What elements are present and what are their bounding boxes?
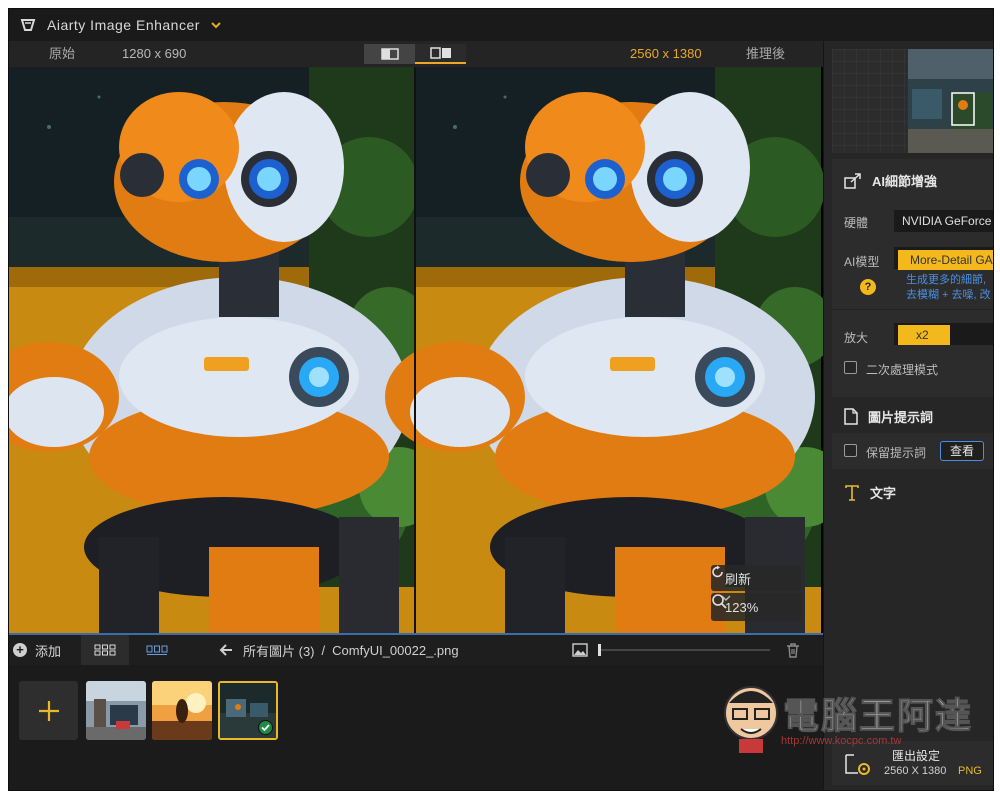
ai-enhance-header: AI細節增強	[844, 171, 937, 190]
split-view-icon	[380, 48, 399, 60]
prompt-title: 圖片提示詞	[868, 410, 934, 425]
back-arrow-icon[interactable]	[219, 644, 233, 656]
second-pass-checkbox[interactable]	[844, 361, 857, 374]
enhance-icon	[844, 172, 861, 189]
breadcrumb-all-images[interactable]: 所有圖片 (3)	[243, 641, 315, 660]
export-format: PNG	[958, 765, 982, 777]
strip-view-button[interactable]	[133, 635, 181, 665]
keep-prompt-checkbox[interactable]	[844, 444, 857, 457]
view-mode-toggle	[364, 44, 466, 64]
breadcrumb-current-file: ComfyUI_00022_.png	[332, 642, 459, 658]
model-label: AI模型	[844, 255, 880, 269]
strip-icon	[146, 645, 168, 655]
side-by-side-icon	[429, 47, 451, 59]
add-circle-icon: +	[13, 643, 27, 657]
split-view-button[interactable]	[364, 44, 415, 64]
preview-area[interactable]: 刷新 123%	[9, 67, 823, 633]
add-label: 添加	[35, 643, 62, 659]
selected-check-icon	[258, 720, 273, 735]
export-title: 匯出設定	[892, 749, 941, 763]
original-resolution: 1280 x 690	[122, 46, 187, 61]
prompt-section: 保留提示詞 查看	[832, 433, 993, 469]
view-prompt-button[interactable]: 查看	[940, 441, 984, 461]
robot-image-comparison	[9, 67, 823, 633]
enhanced-image	[385, 67, 823, 633]
compare-header: 原始 1280 x 690 2560 x 1380 推理後	[9, 41, 823, 67]
thumbnail-size-slider[interactable]	[572, 635, 770, 665]
model-description-line2: 去模糊 + 去噪, 改	[906, 289, 991, 301]
text-icon	[845, 484, 859, 501]
export-resolution: 2560 X 1380	[884, 765, 947, 777]
chevron-down-icon	[721, 595, 731, 601]
text-section: 文字	[832, 473, 993, 509]
prompt-section-header: 圖片提示詞	[832, 397, 993, 433]
keep-prompt-label: 保留提示詞	[866, 446, 927, 460]
settings-panel: AI細節增強 硬體 NVIDIA GeForce RTX AI模型 More-D…	[823, 41, 993, 790]
bottom-toolbar: + 添加 所有圖片 (3) / ComfyUI_00022_.png	[9, 633, 823, 665]
ai-enhance-section: AI細節增強 硬體 NVIDIA GeForce RTX AI模型 More-D…	[832, 159, 993, 397]
prompt-header: 圖片提示詞	[844, 407, 933, 426]
grid-view-button[interactable]	[81, 635, 129, 665]
side-by-side-button[interactable]	[415, 44, 466, 64]
export-settings-icon	[845, 754, 870, 775]
add-button[interactable]: + 添加	[13, 635, 61, 665]
navigator-preview[interactable]	[832, 49, 993, 153]
compare-divider[interactable]	[414, 67, 416, 633]
breadcrumb: 所有圖片 (3) / ComfyUI_00022_.png	[219, 635, 459, 665]
export-settings[interactable]: 匯出設定 2560 X 1380 PNG	[832, 741, 993, 785]
model-description-line1: 生成更多的細節,	[906, 274, 987, 286]
scale-label: 放大	[844, 331, 869, 345]
grid-icon	[94, 644, 116, 656]
thumbnail-robot-selected[interactable]	[218, 681, 278, 740]
model-select[interactable]: More-Detail GAN	[898, 250, 993, 270]
zoom-dropdown[interactable]: 123%	[711, 593, 801, 621]
hardware-select[interactable]: NVIDIA GeForce RTX	[894, 210, 993, 232]
thumbnail-sunset[interactable]	[152, 681, 212, 740]
image-icon	[572, 643, 588, 657]
scale-select[interactable]: x2	[898, 325, 950, 345]
second-pass-label: 二次處理模式	[866, 363, 939, 377]
thumbnail-street[interactable]	[86, 681, 146, 740]
trash-icon[interactable]	[785, 642, 801, 658]
enhanced-resolution: 2560 x 1380	[630, 46, 702, 61]
text-header[interactable]: 文字	[844, 483, 896, 502]
app-logo-icon	[20, 19, 36, 31]
app-window: Aiarty Image Enhancer 原始 1280 x 690 2560…	[8, 8, 994, 791]
divider	[832, 309, 993, 310]
breadcrumb-separator: /	[321, 642, 326, 658]
slider-knob[interactable]	[598, 644, 601, 656]
original-image	[9, 67, 439, 633]
hardware-label: 硬體	[844, 216, 869, 230]
plus-icon	[38, 700, 59, 721]
app-title: Aiarty Image Enhancer	[47, 17, 200, 33]
document-icon	[844, 408, 858, 425]
refresh-label: 刷新	[725, 571, 752, 587]
thumbnail-strip	[9, 665, 823, 790]
title-bar: Aiarty Image Enhancer	[9, 9, 993, 41]
add-image-button[interactable]	[19, 681, 78, 740]
enhanced-tag: 推理後	[746, 46, 786, 61]
original-tag: 原始	[49, 46, 76, 61]
refresh-button[interactable]: 刷新	[711, 565, 801, 591]
chevron-down-icon[interactable]	[210, 19, 222, 31]
ai-enhance-title: AI細節增強	[872, 174, 938, 189]
refresh-icon	[712, 565, 723, 578]
help-icon[interactable]: ?	[860, 279, 876, 295]
slider-track[interactable]	[598, 644, 770, 656]
text-title: 文字	[870, 486, 897, 501]
